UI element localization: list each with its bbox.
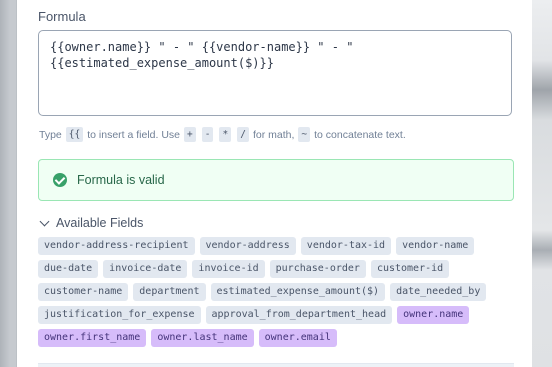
chip-row: owner.first_name owner.last_name owner.e…	[38, 329, 520, 347]
hint-field-token: {{	[65, 127, 84, 142]
field-chip[interactable]: justification_for_expense	[38, 306, 201, 324]
field-chip[interactable]: vendor-address	[199, 237, 296, 255]
available-fields-title: Available Fields	[56, 216, 144, 230]
formula-panel: Formula {{owner.name}} " - " {{vendor-na…	[17, 0, 532, 367]
hint-math-text: for math,	[252, 128, 295, 141]
chip-row: vendor-address-recipient vendor-address …	[38, 237, 520, 255]
owner-field-chip[interactable]: owner.last_name	[151, 329, 254, 347]
hint-op-multiply: *	[219, 127, 232, 142]
hint-op-minus: -	[201, 127, 214, 142]
validation-message: Formula is valid	[77, 173, 165, 187]
field-chip[interactable]: due-date	[38, 260, 99, 278]
field-chip[interactable]: vendor-address-recipient	[38, 237, 195, 255]
hint-op-divide: /	[237, 127, 249, 142]
field-chip[interactable]: date_needed_by	[390, 283, 487, 301]
owner-field-chip[interactable]: owner.first_name	[38, 329, 147, 347]
chip-row: due-date invoice-date invoice-id purchas…	[38, 260, 520, 278]
available-fields-toggle[interactable]: Available Fields	[39, 216, 143, 230]
chip-row: customer-name department estimated_expen…	[38, 283, 520, 301]
field-chip[interactable]: vendor-name	[396, 237, 475, 255]
page-backdrop-right	[532, 0, 552, 367]
hint-type-text: Type	[39, 128, 62, 141]
formula-input[interactable]: {{owner.name}} " - " {{vendor-name}} " -…	[38, 30, 512, 116]
field-chip[interactable]: purchase-order	[269, 260, 366, 278]
formula-label: Formula	[38, 9, 86, 24]
field-chip[interactable]: invoice-date	[103, 260, 188, 278]
check-circle-icon	[53, 173, 67, 187]
hint-insert-text: to insert a field. Use	[87, 128, 181, 141]
field-chip[interactable]: approval_from_department_head	[205, 306, 393, 324]
field-chip[interactable]: invoice-id	[192, 260, 265, 278]
hint-op-plus: +	[184, 127, 196, 142]
field-chip[interactable]: estimated_expense_amount($)	[210, 283, 386, 301]
field-chip[interactable]: department	[133, 283, 206, 301]
chevron-down-icon	[39, 216, 50, 227]
hint-concat-token: ~	[298, 127, 311, 142]
field-chip[interactable]: vendor-tax-id	[300, 237, 392, 255]
validation-banner: Formula is valid	[38, 159, 514, 201]
owner-field-chip[interactable]: owner.email	[258, 329, 337, 347]
formula-hint: Type {{ to insert a field. Use + - * / f…	[38, 127, 518, 142]
next-section-edge	[38, 363, 514, 367]
field-chip[interactable]: customer-name	[38, 283, 129, 301]
field-chip-list: vendor-address-recipient vendor-address …	[38, 237, 520, 352]
owner-field-chip[interactable]: owner.name	[397, 306, 470, 324]
field-chip[interactable]: customer-id	[370, 260, 450, 278]
hint-concat-text: to concatenate text.	[314, 128, 406, 141]
chip-row: justification_for_expense approval_from_…	[38, 306, 520, 324]
